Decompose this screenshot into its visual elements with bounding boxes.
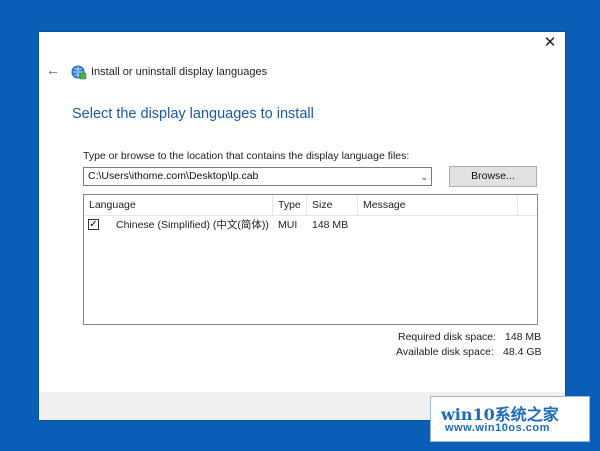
watermark-logo: win10系统之家 www.win10os.com [430,396,590,442]
language-name: Chinese (Simplified) (中文(简体)) [116,219,269,231]
globe-icon [71,65,87,80]
column-header-type[interactable]: Type [273,195,307,215]
column-header-size[interactable]: Size [307,195,358,215]
close-icon: ✕ [543,34,557,51]
required-disk-label: Required disk space: [398,331,497,343]
watermark-url: www.win10os.com [445,422,550,434]
path-value: C:\Users\ithome.com\Desktop\lp.cab [88,170,259,182]
checkmark-icon: ✓ [89,219,98,230]
window-title: Install or uninstall display languages [91,66,268,78]
list-row[interactable]: ✓ Chinese (Simplified) (中文(简体)) MUI 148 … [84,216,537,234]
list-header: Language Type Size Message [84,195,537,216]
available-disk-label: Available disk space: [396,346,494,358]
back-arrow-icon: ← [46,62,60,78]
available-disk-value: 48.4 GB [503,346,542,358]
chevron-down-icon[interactable]: ⌄ [420,169,428,185]
required-disk-value: 148 MB [505,331,542,343]
column-header-language[interactable]: Language [84,195,273,215]
close-button[interactable]: ✕ [541,34,559,52]
path-combobox[interactable]: C:\Users\ithome.com\Desktop\lp.cab ⌄ [83,167,432,186]
language-size: 148 MB [312,219,349,231]
install-languages-dialog: ✕ ← Install or uninstall display languag… [39,32,565,420]
language-list[interactable]: Language Type Size Message ✓ Chinese (Si… [83,194,538,325]
language-type: MUI [278,219,298,231]
browse-button[interactable]: Browse... [449,166,537,187]
page-heading: Select the display languages to install [72,106,314,122]
back-button[interactable]: ← [45,62,61,78]
language-checkbox[interactable]: ✓ [88,219,99,230]
path-label: Type or browse to the location that cont… [83,150,410,162]
column-header-message[interactable]: Message [358,195,518,215]
